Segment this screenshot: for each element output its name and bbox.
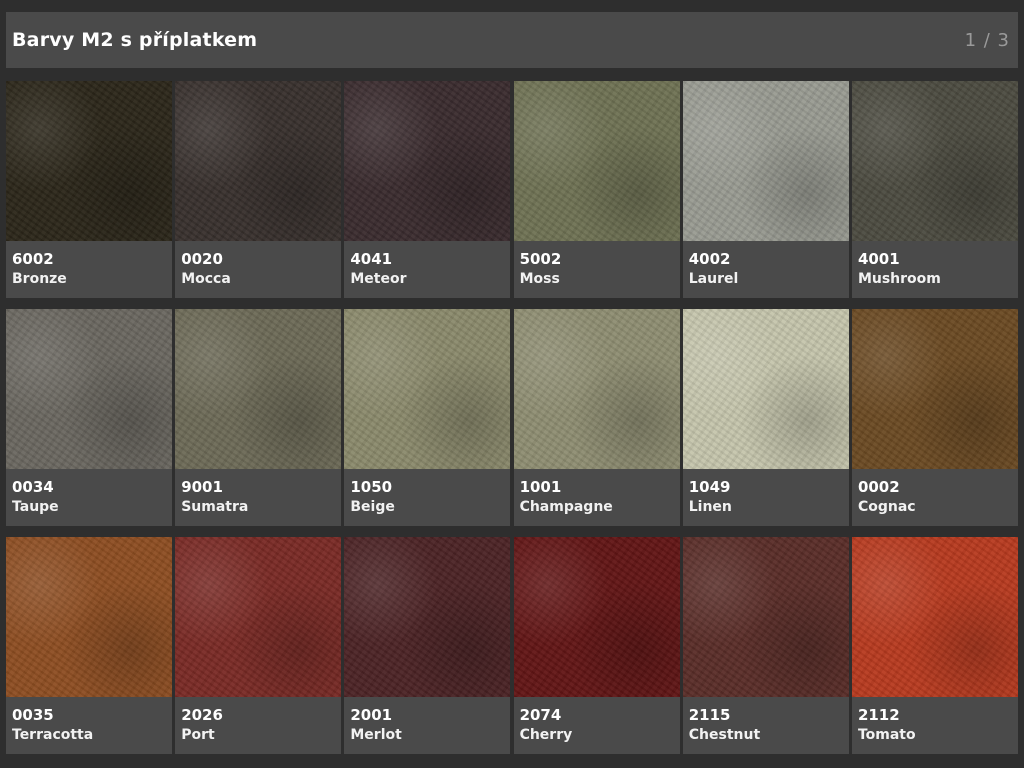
swatch-tile[interactable]: 2115 Chestnut — [682, 537, 849, 754]
swatch-label: 9001 Sumatra — [181, 477, 337, 517]
swatch-label: 1049 Linen — [689, 477, 845, 517]
swatch-tile[interactable]: 2112 Tomato — [851, 537, 1018, 754]
swatch-code: 4041 — [350, 250, 393, 268]
swatch-code: 1001 — [519, 478, 562, 496]
swatch-tile[interactable]: 0020 Mocca — [175, 81, 342, 298]
swatch-name: Chestnut — [688, 727, 761, 743]
swatch-tile[interactable]: 4001 Mushroom — [851, 81, 1018, 298]
swatch-name: Linen — [688, 499, 732, 515]
page-indicator[interactable]: 1 / 3 — [965, 30, 1010, 51]
swatch-code: 0002 — [857, 478, 900, 496]
swatch-code: 0034 — [12, 478, 54, 496]
swatch-tile[interactable]: 2001 Merlot — [344, 537, 511, 754]
swatch-label: 1050 Beige — [350, 477, 506, 517]
swatch-label: 0002 Cognac — [858, 477, 1014, 517]
swatch-tile[interactable]: 0035 Terracotta — [6, 537, 172, 754]
swatch-label: 2001 Merlot — [350, 705, 506, 745]
swatch-tile[interactable]: 1049 Linen — [682, 309, 849, 526]
page-title: Barvy M2 s příplatkem — [12, 29, 258, 51]
swatch-name: Port — [181, 727, 215, 743]
swatch-label: 2026 Port — [181, 705, 337, 745]
swatch-name: Tomato — [857, 727, 916, 743]
swatch-label: 0034 Taupe — [12, 477, 168, 517]
swatch-label: 4041 Meteor — [350, 249, 506, 289]
swatch-code: 2115 — [688, 706, 731, 724]
swatch-code: 6002 — [12, 250, 54, 268]
swatch-name: Champagne — [519, 499, 613, 515]
swatch-name: Mushroom — [857, 271, 941, 287]
swatch-tile[interactable]: 6002 Bronze — [6, 81, 172, 298]
leather-swatch[interactable] — [6, 81, 172, 241]
swatch-name: Taupe — [12, 499, 59, 515]
swatch-tile[interactable]: 0034 Taupe — [6, 309, 172, 526]
swatch-tile[interactable]: 4002 Laurel — [682, 81, 849, 298]
swatch-label: 4001 Mushroom — [858, 249, 1014, 289]
swatch-code: 4001 — [857, 250, 900, 268]
swatch-code: 2026 — [181, 706, 223, 724]
swatch-tile[interactable]: 1050 Beige — [344, 309, 511, 526]
swatch-label: 0020 Mocca — [181, 249, 337, 289]
leather-swatch[interactable] — [344, 309, 511, 469]
leather-swatch[interactable] — [682, 537, 849, 697]
leather-swatch[interactable] — [682, 81, 849, 241]
leather-swatch[interactable] — [513, 309, 680, 469]
swatch-name: Terracotta — [12, 727, 94, 743]
swatch-label: 0035 Terracotta — [12, 705, 168, 745]
swatch-name: Sumatra — [181, 499, 249, 515]
swatch-code: 1050 — [350, 478, 393, 496]
swatch-code: 9001 — [181, 478, 223, 496]
swatch-tile[interactable]: 2026 Port — [175, 537, 342, 754]
swatch-code: 0035 — [12, 706, 54, 724]
swatch-tile[interactable]: 9001 Sumatra — [175, 309, 342, 526]
swatch-code: 2112 — [857, 706, 900, 724]
swatch-code: 4002 — [688, 250, 731, 268]
swatch-code: 2074 — [519, 706, 562, 724]
swatch-name: Cherry — [519, 727, 573, 743]
swatch-code: 2001 — [350, 706, 393, 724]
swatch-tile[interactable]: 2074 Cherry — [513, 537, 680, 754]
swatch-label: 4002 Laurel — [689, 249, 845, 289]
swatch-tile[interactable]: 1001 Champagne — [513, 309, 680, 526]
swatch-label: 1001 Champagne — [520, 477, 676, 517]
leather-swatch[interactable] — [851, 537, 1018, 697]
header-bar: Barvy M2 s příplatkem 1 / 3 — [6, 12, 1018, 68]
swatch-name: Bronze — [12, 271, 67, 287]
leather-swatch[interactable] — [6, 309, 172, 469]
swatch-label: 5002 Moss — [520, 249, 676, 289]
leather-swatch[interactable] — [344, 81, 511, 241]
swatch-tile[interactable]: 0002 Cognac — [851, 309, 1018, 526]
swatch-name: Laurel — [688, 271, 739, 287]
swatch-code: 0020 — [181, 250, 223, 268]
leather-swatch[interactable] — [513, 81, 680, 241]
swatch-name: Mocca — [181, 271, 231, 287]
leather-swatch[interactable] — [175, 81, 342, 241]
swatch-name: Moss — [519, 271, 560, 287]
leather-swatch[interactable] — [682, 309, 849, 469]
swatch-name: Meteor — [350, 271, 407, 287]
leather-swatch[interactable] — [851, 81, 1018, 241]
leather-swatch[interactable] — [344, 537, 511, 697]
swatch-name: Beige — [350, 499, 395, 515]
swatch-label: 2115 Chestnut — [689, 705, 845, 745]
swatch-grid: 6002 Bronze 0020 Mocca 4041 Meteor 5002 … — [6, 81, 1018, 754]
leather-swatch[interactable] — [513, 537, 680, 697]
leather-swatch[interactable] — [6, 537, 172, 697]
swatch-label: 2074 Cherry — [520, 705, 676, 745]
swatch-code: 1049 — [688, 478, 731, 496]
swatch-name: Merlot — [350, 727, 402, 743]
swatch-tile[interactable]: 5002 Moss — [513, 81, 680, 298]
swatch-code: 5002 — [519, 250, 562, 268]
leather-swatch[interactable] — [851, 309, 1018, 469]
swatch-name: Cognac — [857, 499, 916, 515]
leather-swatch[interactable] — [175, 537, 342, 697]
leather-swatch[interactable] — [175, 309, 342, 469]
swatch-tile[interactable]: 4041 Meteor — [344, 81, 511, 298]
swatch-label: 2112 Tomato — [858, 705, 1014, 745]
swatch-label: 6002 Bronze — [12, 249, 168, 289]
